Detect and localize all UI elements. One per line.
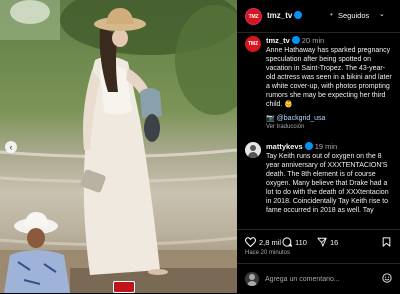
caption-avatar[interactable]: TMZ <box>245 36 261 52</box>
caption-username[interactable]: tmz_tv <box>266 36 290 45</box>
post-photo[interactable]: ‹ <box>0 0 237 293</box>
photo-illustration <box>0 0 237 293</box>
caption-text: Anne Hathaway has sparked pregnancy spec… <box>266 47 392 108</box>
author-username-text: tmz_tv <box>267 11 293 20</box>
like-count: 2,8 mil <box>259 237 282 247</box>
add-comment-bar <box>237 263 400 294</box>
author-username[interactable]: tmz_tv <box>267 11 303 20</box>
author-avatar-text: TMZ <box>248 13 259 20</box>
see-translation-link[interactable]: Ver traducción <box>266 124 304 130</box>
add-comment-input[interactable] <box>265 272 375 286</box>
tmz-watermark <box>113 281 135 293</box>
post-modal: ‹ TMZ tmz_tv • Seguidos ⌄ TMZ tmz_tv 20 m… <box>0 0 400 293</box>
bookmark-icon <box>382 237 391 247</box>
following-button[interactable]: Seguidos <box>338 11 369 20</box>
comment-item: mattykevs 19 min Tay Keith runs out of ox… <box>237 138 400 230</box>
caption-avatar-text: TMZ <box>247 41 259 47</box>
carousel-prev-button[interactable]: ‹ <box>5 141 17 153</box>
post-timestamp[interactable]: Hace 20 minutos <box>245 250 290 256</box>
comment-button[interactable]: 110 <box>282 237 307 247</box>
comment-username-line: mattykevs 19 min <box>266 142 337 151</box>
commenter-avatar[interactable] <box>245 142 261 158</box>
post-header: TMZ tmz_tv • Seguidos ⌄ <box>237 0 400 33</box>
paper-plane-icon <box>317 237 327 247</box>
post-side-panel: TMZ tmz_tv • Seguidos ⌄ TMZ tmz_tv 20 min… <box>237 0 400 293</box>
share-count: 16 <box>330 237 339 247</box>
header-separator-dot: • <box>330 10 333 19</box>
commenter-username[interactable]: mattykevs <box>266 142 303 151</box>
verified-badge-icon <box>291 36 300 44</box>
current-user-avatar <box>245 272 259 286</box>
heart-icon <box>245 237 256 247</box>
like-button[interactable]: 2,8 mil <box>245 237 281 247</box>
credit-mention-link[interactable]: @backgrid_usa <box>277 115 326 122</box>
author-avatar[interactable]: TMZ <box>245 8 262 25</box>
verified-badge-icon <box>304 142 313 150</box>
save-button[interactable] <box>382 237 391 247</box>
comment-text: Tay Keith runs out of oxygen on the 8 ye… <box>266 153 389 214</box>
verified-badge-icon <box>294 11 303 19</box>
emoji-icon[interactable] <box>382 273 392 283</box>
comment-bubble-icon <box>282 237 292 247</box>
comment-time: 19 min <box>314 142 338 151</box>
camera-icon: 📷 <box>266 115 275 122</box>
caption-username-line: tmz_tv 20 min <box>266 36 324 45</box>
chevron-down-icon[interactable]: ⌄ <box>379 10 385 18</box>
photo-credit: 📷 @backgrid_usa <box>266 114 325 122</box>
caption-time: 20 min <box>301 36 325 45</box>
comment-count: 110 <box>295 237 307 247</box>
share-button[interactable]: 16 <box>317 237 338 247</box>
